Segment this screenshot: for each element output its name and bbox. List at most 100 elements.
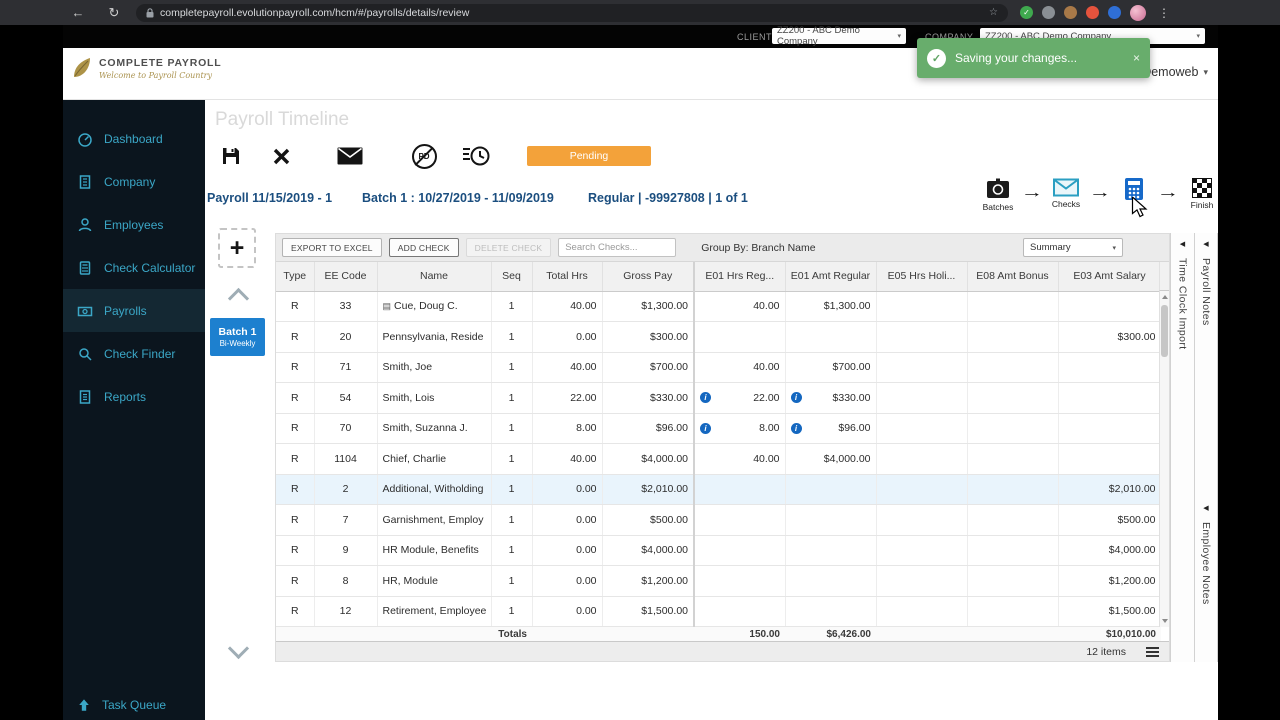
back-button[interactable]: ← [68,5,88,20]
column-header[interactable]: E03 Amt Salary [1058,262,1162,292]
expand-left-icon[interactable]: ◀ [1203,504,1208,512]
info-icon[interactable]: i [700,392,711,404]
tab-payroll-notes[interactable]: Payroll Notes [1200,258,1212,326]
table-row[interactable]: R 70 Smith, Suzanna J. 1 8.00 $96.00 i 8.00 i $96… [276,413,1162,444]
cell-type: R [276,413,315,444]
cell-type: R [276,291,315,322]
extension-icon[interactable] [1086,6,1099,19]
sidebar-item-check-calculator[interactable]: Check Calculator [63,246,205,289]
cell-text: Additional, Witholding [382,483,484,496]
toast-close-icon[interactable]: × [1133,51,1140,65]
cell-e01-hrs [694,565,786,597]
search-checks-input[interactable] [558,238,677,257]
sidebar-item-task-queue[interactable]: Task Queue [77,698,166,712]
add-check-button[interactable]: ADD CHECK [388,238,459,257]
view-select[interactable]: Summary ▾ [1023,238,1123,257]
url-text: completepayroll.evolutionpayroll.com/hcm… [160,6,470,19]
expand-left-icon[interactable]: ◀ [1203,240,1208,248]
cell-text: $1,500.00 [1108,605,1156,618]
export-to-excel-button[interactable]: EXPORT TO EXCEL [282,238,382,257]
column-header[interactable]: E01 Hrs Reg... [694,262,786,292]
table-row[interactable]: R 1104 Chief, Charlie 1 40.00 $4,000.00 40.00 $… [276,443,1162,475]
cell-e01-hrs [694,596,786,627]
scrollbar-down-arrow[interactable] [1162,619,1168,623]
sidebar-item-dashboard[interactable]: Dashboard [63,117,205,160]
browser-menu-icon[interactable]: ⋮ [1158,6,1170,20]
cell-text: Garnishment, Employ [382,513,484,526]
table-row[interactable]: R 2 Additional, Witholding 1 0.00 $2,010.00 $2… [276,474,1162,505]
column-header[interactable]: E05 Hrs Holi... [876,262,968,292]
step-label: Checks [1051,199,1081,209]
email-button[interactable] [336,142,364,170]
time-clock-button[interactable] [462,142,490,170]
cell-ee-code: 2 [314,474,378,505]
user-menu[interactable]: Demoweb ▾ [1142,65,1208,79]
delete-payroll-button[interactable] [267,142,295,170]
grid-menu-icon[interactable] [1146,650,1159,653]
sidebar-item-company[interactable]: Company [63,160,205,203]
address-bar[interactable]: completepayroll.evolutionpayroll.com/hcm… [136,3,1008,22]
cell-text: 40.00 [753,452,780,465]
vertical-scrollbar[interactable] [1159,291,1169,627]
scroll-up-chevron[interactable] [227,287,250,310]
cell-e05-hrs [876,321,968,353]
tab-time-clock-import[interactable]: Time Clock Import [1177,258,1189,350]
tab-employee-notes[interactable]: Employee Notes [1200,522,1212,605]
delete-check-button[interactable]: DELETE CHECK [465,238,552,257]
info-icon[interactable]: i [700,422,711,434]
column-header[interactable]: Total Hrs [532,262,603,292]
cell-e01-amt [785,565,877,597]
client-select[interactable]: ZZ200 - ABC Demo Company ▾ [772,25,906,47]
table-row[interactable]: R 71 Smith, Joe 1 40.00 $700.00 40.00 $700.00 [276,352,1162,383]
column-header[interactable]: Name [377,262,492,292]
extension-check-icon[interactable]: ✓ [1020,6,1033,19]
cell-text: 40.00 [570,452,597,465]
table-row[interactable]: R 7 Garnishment, Employ 1 0.00 $500.00 $500.00 [276,504,1162,536]
finish-flag-icon [1192,178,1212,198]
timeline-step-finish[interactable]: Finish [1184,178,1220,210]
profile-avatar[interactable] [1130,4,1146,21]
sidebar-item-payrolls[interactable]: Payrolls [63,289,205,332]
scrollbar-up-arrow[interactable] [1162,295,1168,299]
building-icon [79,174,91,189]
batch-tab[interactable]: Batch 1 Bi-Weekly [210,318,265,356]
sidebar-item-reports[interactable]: Reports [63,375,205,418]
cell-text: R [290,330,299,343]
add-batch-button[interactable]: + [218,228,256,268]
scrollbar-thumb[interactable] [1161,305,1168,357]
table-row[interactable]: R 54 Smith, Lois 1 22.00 $330.00 i 22.00 i $330.0… [276,382,1162,414]
column-header[interactable]: EE Code [314,262,378,292]
sidebar-item-employees[interactable]: Employees [63,203,205,246]
cell-text: 0.00 [576,605,597,618]
cell-text: 2 [342,483,349,496]
column-header[interactable]: Seq [491,262,533,292]
info-icon[interactable]: i [790,422,802,434]
extensions-area: ✓ ⋮ [1020,4,1170,21]
timeline-step-checks[interactable]: Checks [1048,178,1084,209]
cell-text: Cue, Doug C. [394,300,458,313]
reload-button[interactable]: ↻ [104,5,124,21]
cell-e03-amt [1058,443,1162,475]
info-icon[interactable]: i [790,392,802,404]
extension-icon[interactable] [1108,6,1121,19]
save-button[interactable] [217,142,245,170]
scroll-down-chevron[interactable] [227,637,250,660]
no-pay-detail-button[interactable]: PD [410,142,438,170]
table-row[interactable]: R 9 HR Module, Benefits 1 0.00 $4,000.00 $4,00… [276,535,1162,566]
table-row[interactable]: R 20 Pennsylvania, Reside 1 0.00 $300.00 $300.… [276,321,1162,353]
column-header[interactable]: E08 Amt Bonus [967,262,1059,292]
column-header[interactable]: Type [276,262,315,292]
table-row[interactable]: R 12 Retirement, Employee 1 0.00 $1,500.00 $1,… [276,596,1162,627]
column-header[interactable]: E01 Amt Regular [785,262,877,292]
table-row[interactable]: R 8 HR, Module 1 0.00 $1,200.00 $1,200.00 [276,565,1162,597]
cell-e08-amt [967,535,1059,566]
extension-icon[interactable] [1064,6,1077,19]
sidebar-item-check-finder[interactable]: Check Finder [63,332,205,375]
cell-text: 12 [339,605,352,618]
column-header[interactable]: Gross Pay [602,262,695,292]
timeline-step-batches[interactable]: Batches [980,178,1016,212]
extension-icon[interactable] [1042,6,1055,19]
expand-left-icon[interactable]: ◀ [1180,240,1185,248]
bookmark-star-icon[interactable]: ☆ [989,7,998,18]
table-row[interactable]: R 33 ▤ Cue, Doug C. 1 40.00 $1,300.00 40.00 $1,3… [276,291,1162,322]
